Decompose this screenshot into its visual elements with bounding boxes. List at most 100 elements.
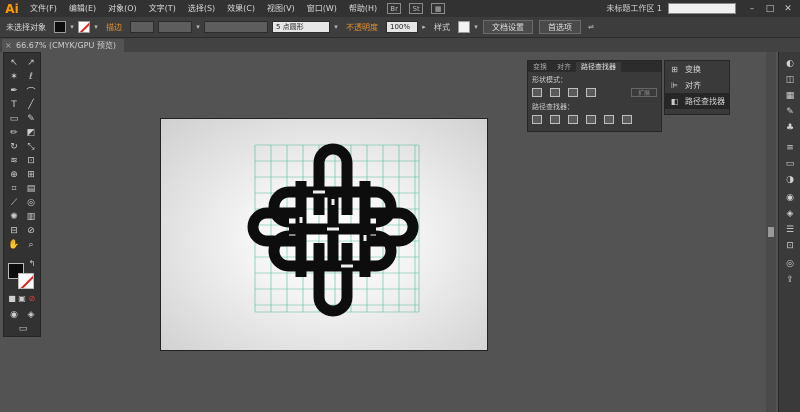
intersect-icon[interactable] (568, 88, 578, 97)
workspace-switcher[interactable]: 未标题工作区 1 (606, 3, 668, 14)
menu-select[interactable]: 选择(S) (182, 3, 221, 14)
hand-tool-icon[interactable]: ✋ (7, 239, 21, 251)
curvature-tool-icon[interactable]: ⌒ (24, 85, 38, 98)
menu-edit[interactable]: 编辑(E) (63, 3, 102, 14)
pencil-tool-icon[interactable]: ✏ (7, 127, 21, 139)
expand-button[interactable]: 扩展 (631, 88, 657, 97)
profile-dropdown-icon[interactable]: ▾ (194, 21, 202, 33)
exclude-icon[interactable] (586, 88, 596, 97)
selection-tool-icon[interactable]: ↖ (7, 57, 21, 69)
gradient-panel-icon[interactable]: ▭ (784, 158, 796, 170)
search-input[interactable] (668, 3, 736, 14)
none-mode-icon[interactable]: ⊘ (27, 293, 37, 303)
align-options-icon[interactable]: ⇌ (584, 21, 598, 33)
tab-align[interactable]: 对齐 (552, 62, 576, 72)
opacity-field[interactable]: 100% (386, 21, 418, 33)
celtic-knot-artwork[interactable] (161, 119, 489, 352)
stroke-swatch[interactable] (78, 21, 90, 33)
menu-help[interactable]: 帮助(H) (343, 3, 383, 14)
minimize-icon[interactable]: – (746, 4, 758, 14)
swap-colors-icon[interactable]: ↰ (27, 258, 37, 268)
mesh-tool-icon[interactable]: ⌗ (7, 183, 21, 195)
fill-swatch[interactable] (54, 21, 66, 33)
tab-close-icon[interactable]: × (5, 41, 12, 50)
stroke-color-box[interactable] (18, 273, 34, 289)
document-tab[interactable]: × 66.67% (CMYK/GPU 预览) (2, 39, 125, 52)
tab-pathfinder[interactable]: 路径查找器 (576, 62, 621, 72)
column-graph-tool-icon[interactable]: ▥ (24, 211, 38, 223)
unite-icon[interactable] (532, 88, 542, 97)
draw-mode-icon[interactable]: ◉ (7, 309, 21, 321)
slice-tool-icon[interactable]: ⊘ (24, 225, 38, 237)
artboards-icon[interactable]: ⊡ (784, 240, 796, 252)
color-panel-icon[interactable]: ◐ (784, 58, 796, 70)
scrollbar-thumb[interactable] (768, 227, 774, 237)
eyedropper-tool-icon[interactable]: ⟋ (7, 197, 21, 209)
merge-icon[interactable] (568, 115, 578, 124)
menu-effect[interactable]: 效果(C) (221, 3, 261, 14)
rotate-tool-icon[interactable]: ↻ (7, 141, 21, 153)
menu-window[interactable]: 窗口(W) (301, 3, 343, 14)
dock-item-transform[interactable]: ⊞ 变换 (665, 61, 729, 77)
rectangle-tool-icon[interactable]: ▭ (7, 113, 21, 125)
paintbrush-tool-icon[interactable]: ✎ (24, 113, 38, 125)
scale-tool-icon[interactable]: ⤡ (24, 141, 38, 153)
variable-width-profile[interactable] (158, 21, 192, 33)
color-mode-icon[interactable]: ■ (7, 293, 17, 303)
asset-export-icon[interactable]: ⇪ (784, 274, 796, 286)
line-tool-icon[interactable]: ╱ (24, 99, 38, 111)
eraser-tool-icon[interactable]: ◩ (24, 127, 38, 139)
minus-front-icon[interactable] (550, 88, 560, 97)
appearance-icon[interactable]: ◉ (784, 192, 796, 204)
stock-icon[interactable]: St (409, 3, 424, 14)
type-tool-icon[interactable]: T (7, 99, 21, 111)
magic-wand-tool-icon[interactable]: ✶ (7, 71, 21, 83)
brushes-icon[interactable]: ✎ (784, 106, 796, 118)
brush-dropdown-icon[interactable]: ▾ (332, 21, 340, 33)
symbol-sprayer-tool-icon[interactable]: ✺ (7, 211, 21, 223)
direct-selection-tool-icon[interactable]: ↗ (24, 57, 38, 69)
shape-builder-tool-icon[interactable]: ⊕ (7, 169, 21, 181)
gradient-mode-icon[interactable]: ▣ (17, 293, 27, 303)
symbols-icon[interactable]: ♣ (784, 122, 796, 134)
artboard[interactable] (160, 118, 488, 351)
close-icon[interactable]: ✕ (782, 4, 794, 14)
stroke-panel-icon[interactable]: ≡ (784, 142, 796, 154)
lasso-tool-icon[interactable]: ℓ (24, 71, 38, 83)
screen-mode-icon[interactable]: ▭ (16, 323, 30, 335)
free-transform-tool-icon[interactable]: ⊡ (24, 155, 38, 167)
opacity-dropdown-icon[interactable]: ▸ (420, 21, 428, 33)
pen-tool-icon[interactable]: ✒ (7, 85, 21, 97)
stroke-label[interactable]: 描边 (100, 22, 128, 33)
blend-tool-icon[interactable]: ◎ (24, 197, 38, 209)
menu-object[interactable]: 对象(O) (102, 3, 143, 14)
opacity-label[interactable]: 不透明度 (340, 22, 384, 33)
perspective-grid-tool-icon[interactable]: ⊞ (24, 169, 38, 181)
stroke-weight-field[interactable] (130, 21, 154, 33)
transparency-icon[interactable]: ◑ (784, 174, 796, 186)
menu-view[interactable]: 视图(V) (261, 3, 301, 14)
dock-item-align[interactable]: ⊫ 对齐 (665, 77, 729, 93)
color-guide-icon[interactable]: ◫ (784, 74, 796, 86)
maximize-icon[interactable]: □ (764, 4, 776, 14)
trim-icon[interactable] (550, 115, 560, 124)
fill-dropdown-icon[interactable]: ▾ (68, 21, 76, 33)
layers-icon[interactable]: ☰ (784, 224, 796, 236)
gradient-tool-icon[interactable]: ▤ (24, 183, 38, 195)
crop-icon[interactable] (586, 115, 596, 124)
vertical-scrollbar[interactable] (766, 52, 776, 412)
stroke-dropdown-icon[interactable]: ▾ (92, 21, 100, 33)
brush-definition[interactable] (204, 21, 268, 33)
preferences-button[interactable]: 首选项 (539, 20, 581, 34)
divide-icon[interactable] (532, 115, 542, 124)
artboard-tool-icon[interactable]: ⊟ (7, 225, 21, 237)
arrange-documents-icon[interactable]: ▦ (431, 3, 446, 14)
libraries-icon[interactable]: ◎ (784, 258, 796, 270)
menu-file[interactable]: 文件(F) (24, 3, 63, 14)
graphic-styles-icon[interactable]: ◈ (784, 208, 796, 220)
width-tool-icon[interactable]: ≋ (7, 155, 21, 167)
document-setup-button[interactable]: 文档设置 (483, 20, 533, 34)
minus-back-icon[interactable] (622, 115, 632, 124)
tab-transform[interactable]: 变换 (528, 62, 552, 72)
zoom-tool-icon[interactable]: ⌕ (24, 239, 38, 251)
